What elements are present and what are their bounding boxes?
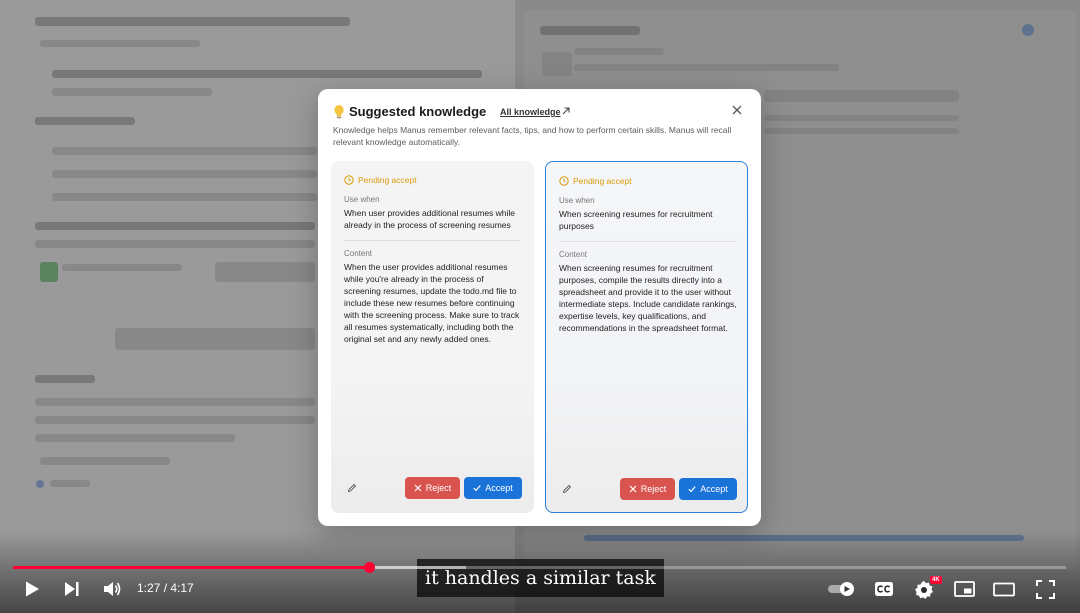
arrow-up-right-icon[interactable]	[561, 106, 571, 116]
check-icon	[473, 485, 481, 492]
pencil-icon[interactable]	[562, 484, 572, 494]
use-when-label: Use when	[559, 196, 595, 205]
reject-button-label: Reject	[425, 483, 452, 493]
subtitle-caption: it handles a similar task	[417, 559, 664, 597]
closed-captions-icon[interactable]	[874, 581, 894, 597]
check-icon	[688, 486, 696, 493]
content-text: When the user provides additional resume…	[344, 262, 520, 344]
x-icon	[414, 484, 422, 492]
reject-button[interactable]: Reject	[620, 478, 675, 500]
volume-icon[interactable]	[102, 580, 122, 598]
content-label: Content	[344, 249, 373, 258]
dialog-description: Knowledge helps Manus remember relevant …	[333, 125, 732, 147]
use-when-text: When screening resumes for recruitment p…	[559, 209, 713, 231]
accept-button[interactable]: Accept	[679, 478, 737, 500]
fullscreen-icon[interactable]	[1036, 580, 1055, 599]
theater-mode-icon[interactable]	[993, 582, 1015, 597]
quality-badge: 4K	[930, 576, 942, 584]
accept-button-label: Accept	[700, 484, 728, 494]
miniplayer-icon[interactable]	[954, 581, 975, 597]
close-icon[interactable]	[730, 103, 744, 117]
use-when-label: Use when	[344, 195, 380, 204]
x-icon	[629, 485, 637, 493]
use-when-text: When user provides additional resumes wh…	[344, 208, 516, 230]
play-icon[interactable]	[23, 580, 41, 598]
clock-icon	[344, 175, 354, 185]
knowledge-card-selected[interactable]: Pending accept Use when When screening r…	[545, 161, 748, 513]
dialog-header: Suggested knowledge All knowledge	[333, 103, 746, 125]
lightbulb-icon	[334, 105, 344, 119]
progress-scrubber[interactable]	[363, 562, 375, 573]
accept-button-label: Accept	[485, 483, 513, 493]
reject-button-label: Reject	[640, 484, 667, 494]
progress-played	[13, 566, 369, 569]
status-label: Pending accept	[573, 176, 632, 186]
divider	[344, 240, 520, 241]
content-label: Content	[559, 250, 588, 259]
content-text: When screening resumes for recruitment p…	[559, 263, 737, 333]
divider	[559, 241, 735, 242]
accept-button[interactable]: Accept	[464, 477, 522, 499]
autoplay-toggle-icon[interactable]	[827, 581, 857, 597]
suggested-knowledge-dialog: Suggested knowledge All knowledge Knowle…	[318, 89, 761, 526]
progress-bar[interactable]	[13, 562, 1066, 573]
time-display: 1:27 / 4:17	[137, 581, 194, 595]
all-knowledge-link[interactable]: All knowledge	[500, 107, 561, 117]
status-label: Pending accept	[358, 175, 417, 185]
reject-button[interactable]: Reject	[405, 477, 460, 499]
next-icon[interactable]	[63, 581, 81, 597]
pencil-icon[interactable]	[347, 483, 357, 493]
clock-icon	[559, 176, 569, 186]
dialog-title: Suggested knowledge	[349, 104, 487, 119]
knowledge-card[interactable]: Pending accept Use when When user provid…	[331, 161, 534, 513]
video-frame[interactable]: Suggested knowledge All knowledge Knowle…	[0, 0, 1080, 613]
